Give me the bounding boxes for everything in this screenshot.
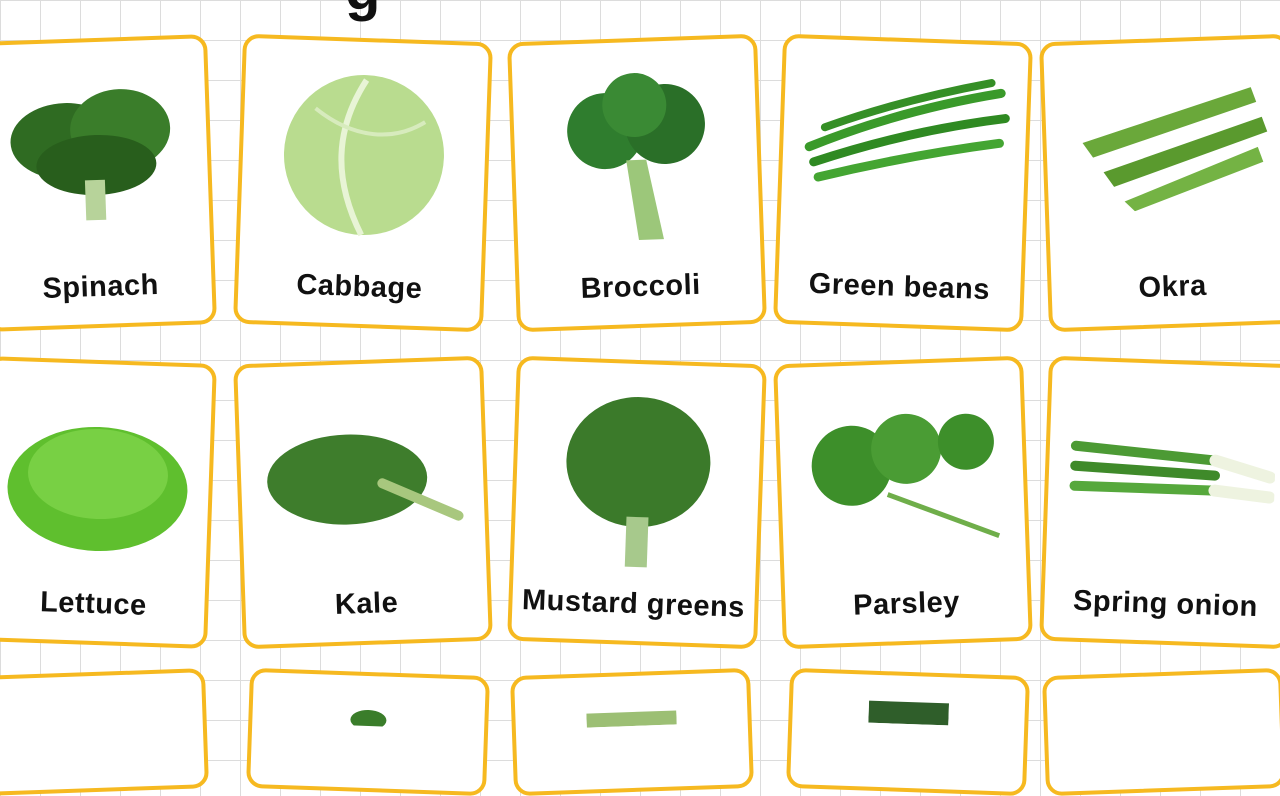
- card-row3-1[interactable]: [0, 668, 210, 796]
- card-label: Okra: [1138, 269, 1208, 305]
- parsley-icon: [795, 400, 1010, 562]
- card-label: Lettuce: [39, 586, 148, 622]
- mustard-greens-icon: [554, 389, 720, 579]
- vegetable-icon: [348, 705, 389, 731]
- spinach-icon: [3, 67, 189, 238]
- card-row3-2[interactable]: [245, 667, 491, 796]
- card-row3-3[interactable]: [509, 667, 755, 796]
- card-green-beans[interactable]: Green beans: [773, 33, 1033, 333]
- card-spring-onion[interactable]: Spring onion: [1039, 355, 1280, 650]
- vegetable-icon: [868, 693, 950, 731]
- card-okra[interactable]: Okra: [1039, 33, 1280, 333]
- cabbage-icon: [271, 67, 457, 248]
- card-label: Broccoli: [580, 268, 702, 306]
- card-label: Spring onion: [1072, 584, 1259, 624]
- card-lettuce[interactable]: Lettuce: [0, 356, 217, 649]
- card-row3-4[interactable]: [785, 667, 1031, 796]
- kale-icon: [260, 421, 464, 543]
- green-beans-icon: [797, 66, 1012, 208]
- lettuce-icon: [0, 411, 195, 563]
- card-mustard-greens[interactable]: Mustard greens: [507, 355, 767, 650]
- page-title-fragment: g: [345, 0, 380, 23]
- card-row3-5[interactable]: [1041, 667, 1280, 796]
- card-label: Green beans: [808, 267, 991, 307]
- card-spinach[interactable]: Spinach: [0, 34, 217, 332]
- card-label: Mustard greens: [521, 584, 746, 624]
- broccoli-icon: [543, 67, 729, 258]
- card-label: Parsley: [852, 586, 961, 622]
- card-kale[interactable]: Kale: [233, 355, 493, 650]
- okra-icon: [1060, 66, 1275, 218]
- card-cabbage[interactable]: Cabbage: [233, 33, 493, 333]
- spring-onion-icon: [1063, 425, 1276, 527]
- card-label: Cabbage: [295, 268, 423, 306]
- card-parsley[interactable]: Parsley: [773, 355, 1033, 650]
- card-broccoli[interactable]: Broccoli: [507, 33, 767, 333]
- card-label: Spinach: [41, 268, 160, 305]
- card-label: Kale: [334, 586, 399, 622]
- vegetable-icon: [586, 704, 677, 732]
